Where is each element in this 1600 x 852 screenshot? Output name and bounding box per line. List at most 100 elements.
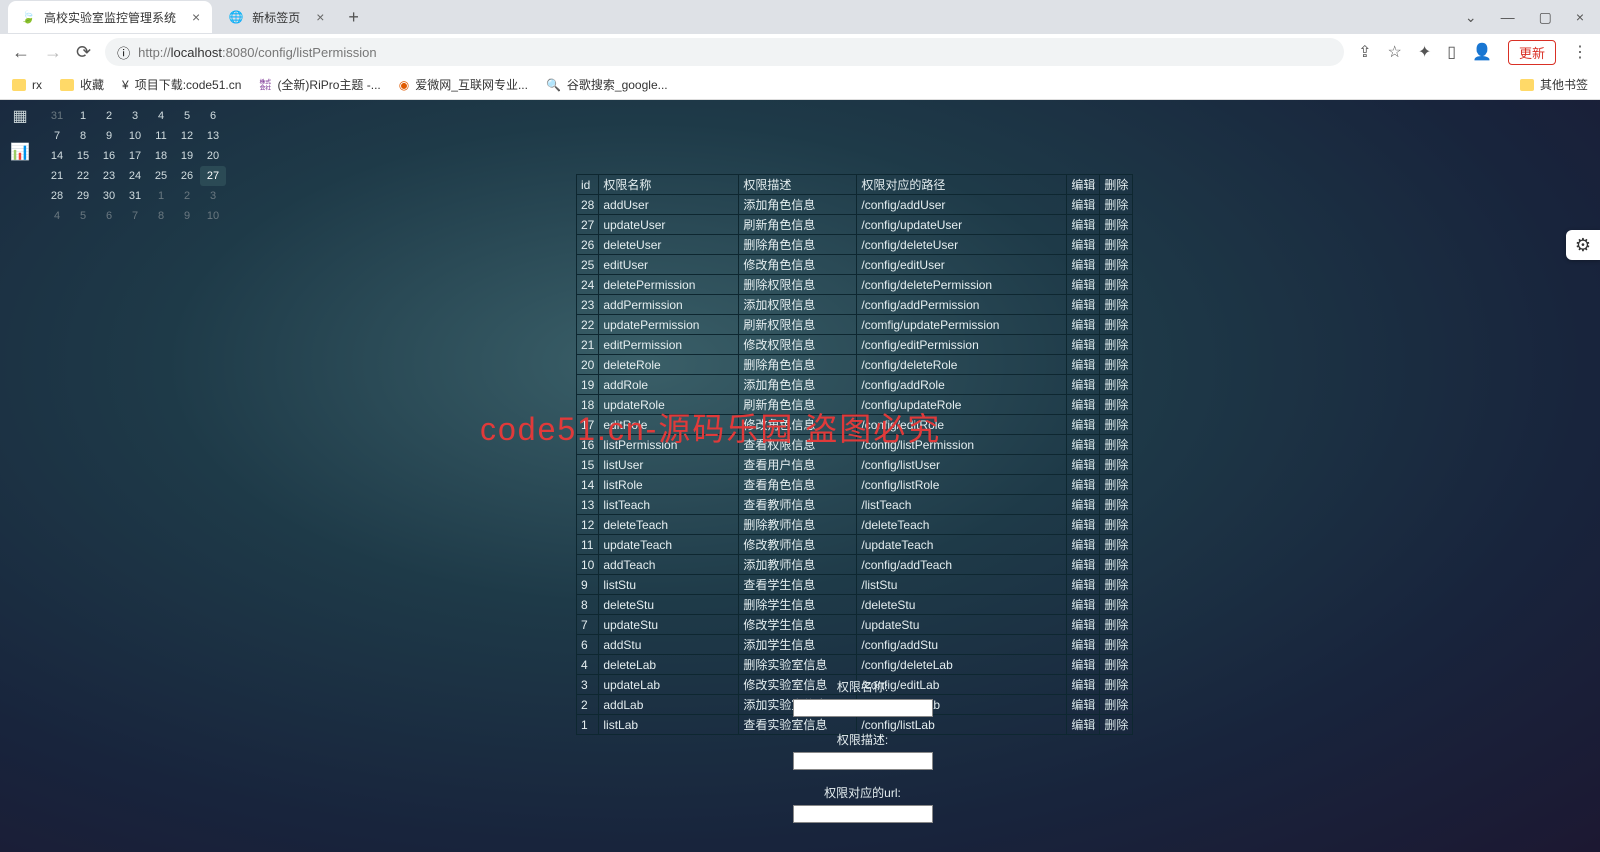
calendar-day[interactable]: 1: [148, 186, 174, 206]
delete-link[interactable]: 删除: [1104, 558, 1128, 572]
delete-link[interactable]: 删除: [1104, 498, 1128, 512]
minimize-icon[interactable]: —: [1501, 9, 1515, 26]
delete-link[interactable]: 删除: [1104, 258, 1128, 272]
calendar-day[interactable]: 14: [44, 146, 70, 166]
edit-link[interactable]: 编辑: [1071, 398, 1095, 412]
edit-link[interactable]: 编辑: [1071, 298, 1095, 312]
calendar-day[interactable]: 19: [174, 146, 200, 166]
url-input[interactable]: ⓘ http://localhost:8080/config/listPermi…: [105, 38, 1344, 66]
calendar-day[interactable]: 29: [70, 186, 96, 206]
calendar-day[interactable]: 31: [44, 106, 70, 126]
edit-link[interactable]: 编辑: [1071, 278, 1095, 292]
calendar-day[interactable]: 18: [148, 146, 174, 166]
permission-name-input[interactable]: [793, 699, 933, 717]
calendar-day[interactable]: 10: [200, 206, 226, 226]
bookmark-item[interactable]: ◉爱微网_互联网专业...: [399, 76, 528, 93]
update-button[interactable]: 更新: [1508, 40, 1556, 65]
edit-link[interactable]: 编辑: [1071, 578, 1095, 592]
share-icon[interactable]: ⇪: [1358, 42, 1371, 62]
profile-icon[interactable]: 👤: [1472, 42, 1492, 62]
calendar-day[interactable]: 17: [122, 146, 148, 166]
delete-link[interactable]: 删除: [1104, 398, 1128, 412]
calendar-day[interactable]: 8: [70, 126, 96, 146]
delete-link[interactable]: 删除: [1104, 298, 1128, 312]
calendar-day[interactable]: 11: [148, 126, 174, 146]
delete-link[interactable]: 删除: [1104, 378, 1128, 392]
calendar-day[interactable]: 8: [148, 206, 174, 226]
edit-link[interactable]: 编辑: [1071, 478, 1095, 492]
edit-link[interactable]: 编辑: [1071, 378, 1095, 392]
chart-icon[interactable]: 📊: [10, 142, 30, 162]
calendar-day[interactable]: 24: [122, 166, 148, 186]
permission-desc-input[interactable]: [793, 752, 933, 770]
delete-link[interactable]: 删除: [1104, 198, 1128, 212]
bookmark-item[interactable]: ㍿(全新)RiPro主题 -...: [259, 76, 380, 93]
calendar-day[interactable]: 1: [70, 106, 96, 126]
edit-link[interactable]: 编辑: [1071, 618, 1095, 632]
calendar-day[interactable]: 25: [148, 166, 174, 186]
delete-link[interactable]: 删除: [1104, 518, 1128, 532]
settings-button[interactable]: ⚙: [1566, 230, 1600, 260]
delete-link[interactable]: 删除: [1104, 538, 1128, 552]
delete-link[interactable]: 删除: [1104, 318, 1128, 332]
edit-link[interactable]: 编辑: [1071, 598, 1095, 612]
close-icon[interactable]: ×: [192, 9, 200, 25]
calendar-day[interactable]: 3: [122, 106, 148, 126]
calendar-day[interactable]: 6: [96, 206, 122, 226]
extensions-icon[interactable]: ✦: [1418, 42, 1431, 62]
calendar-day[interactable]: 9: [96, 126, 122, 146]
forward-button[interactable]: →: [44, 42, 62, 63]
sidepanel-icon[interactable]: ▯: [1447, 42, 1456, 62]
star-icon[interactable]: ☆: [1388, 42, 1402, 62]
grid-icon[interactable]: ▦: [10, 106, 30, 126]
edit-link[interactable]: 编辑: [1071, 638, 1095, 652]
edit-link[interactable]: 编辑: [1071, 458, 1095, 472]
maximize-icon[interactable]: ▢: [1539, 9, 1552, 26]
calendar-day[interactable]: 4: [148, 106, 174, 126]
calendar-day[interactable]: 7: [122, 206, 148, 226]
delete-link[interactable]: 删除: [1104, 438, 1128, 452]
calendar-day[interactable]: 22: [70, 166, 96, 186]
bookmark-item[interactable]: 收藏: [60, 76, 104, 93]
calendar-day[interactable]: 26: [174, 166, 200, 186]
permission-url-input[interactable]: [793, 805, 933, 823]
calendar-widget[interactable]: 3112345678910111213141516171819202122232…: [44, 106, 226, 226]
info-icon[interactable]: ⓘ: [117, 43, 130, 62]
back-button[interactable]: ←: [12, 42, 30, 63]
bookmark-item[interactable]: 🔍谷歌搜索_google...: [546, 76, 668, 93]
delete-link[interactable]: 删除: [1104, 598, 1128, 612]
edit-link[interactable]: 编辑: [1071, 238, 1095, 252]
delete-link[interactable]: 删除: [1104, 358, 1128, 372]
reload-button[interactable]: ⟳: [76, 42, 91, 63]
calendar-day[interactable]: 6: [200, 106, 226, 126]
calendar-day[interactable]: 15: [70, 146, 96, 166]
delete-link[interactable]: 删除: [1104, 578, 1128, 592]
calendar-day[interactable]: 2: [96, 106, 122, 126]
delete-link[interactable]: 删除: [1104, 638, 1128, 652]
bookmark-item[interactable]: ¥项目下载:code51.cn: [122, 76, 241, 93]
edit-link[interactable]: 编辑: [1071, 218, 1095, 232]
delete-link[interactable]: 删除: [1104, 218, 1128, 232]
bookmark-item[interactable]: rx: [12, 78, 42, 92]
calendar-day[interactable]: 28: [44, 186, 70, 206]
delete-link[interactable]: 删除: [1104, 238, 1128, 252]
edit-link[interactable]: 编辑: [1071, 558, 1095, 572]
tab-inactive[interactable]: 🌐 新标签页 ×: [216, 1, 336, 33]
delete-link[interactable]: 删除: [1104, 458, 1128, 472]
calendar-day[interactable]: 5: [174, 106, 200, 126]
delete-link[interactable]: 删除: [1104, 338, 1128, 352]
calendar-day[interactable]: 2: [174, 186, 200, 206]
calendar-day[interactable]: 10: [122, 126, 148, 146]
tab-active[interactable]: 🍃 高校实验室监控管理系统 ×: [8, 1, 212, 33]
delete-link[interactable]: 删除: [1104, 418, 1128, 432]
calendar-day[interactable]: 7: [44, 126, 70, 146]
delete-link[interactable]: 删除: [1104, 278, 1128, 292]
close-window-icon[interactable]: ×: [1576, 9, 1584, 26]
calendar-day[interactable]: 23: [96, 166, 122, 186]
edit-link[interactable]: 编辑: [1071, 438, 1095, 452]
edit-link[interactable]: 编辑: [1071, 318, 1095, 332]
calendar-day[interactable]: 21: [44, 166, 70, 186]
calendar-day[interactable]: 4: [44, 206, 70, 226]
edit-link[interactable]: 编辑: [1071, 198, 1095, 212]
calendar-day[interactable]: 20: [200, 146, 226, 166]
